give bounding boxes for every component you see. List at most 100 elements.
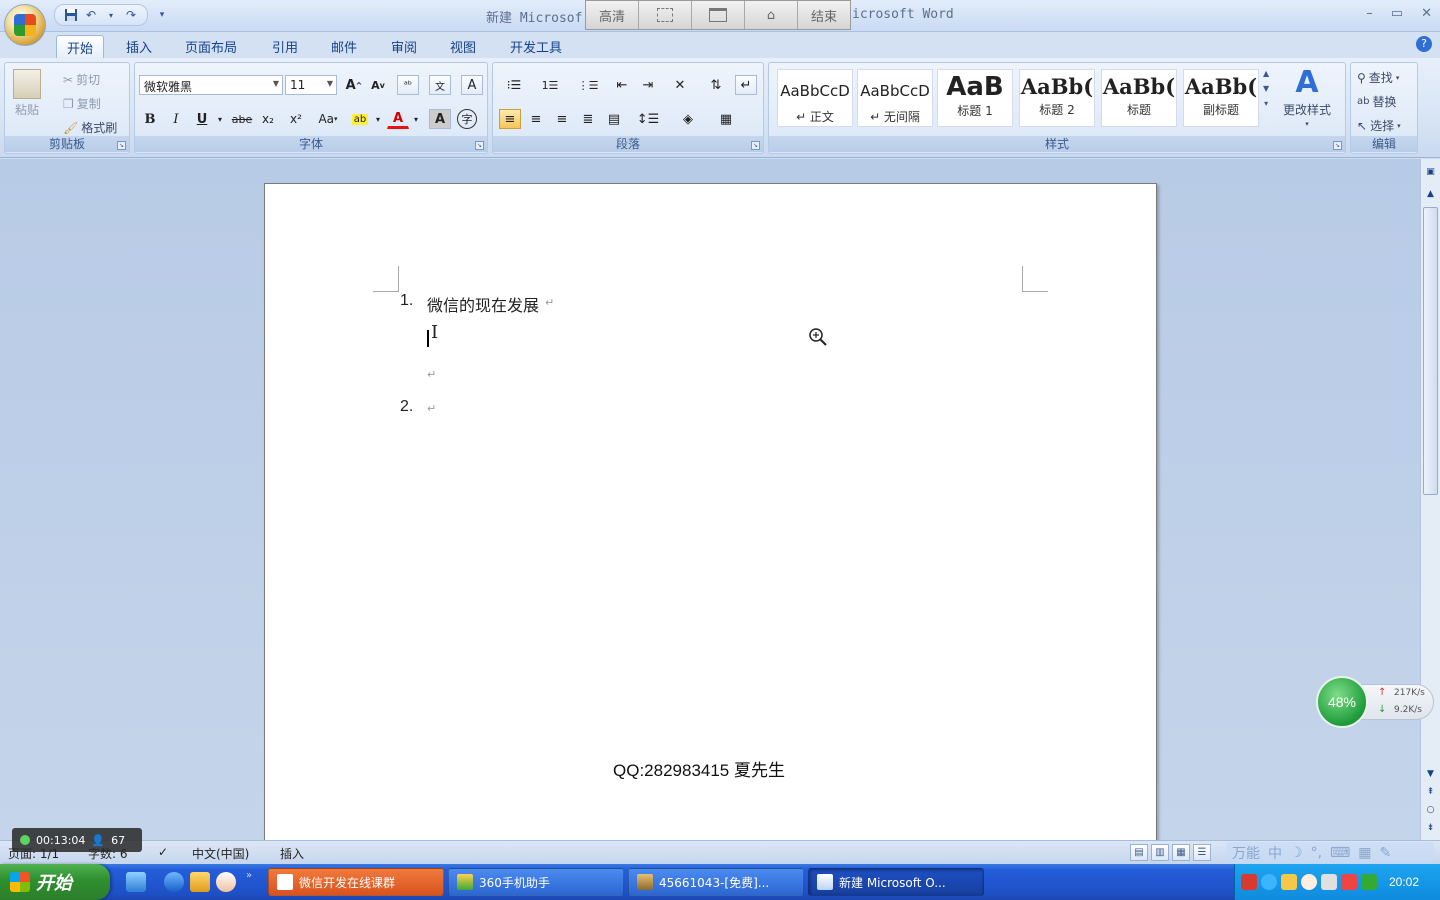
copy-button[interactable]: ❐ 复制: [63, 95, 101, 112]
window-button[interactable]: [692, 1, 745, 29]
cut-button[interactable]: ✂ 剪切: [63, 71, 100, 88]
tray-app-icon[interactable]: [1281, 874, 1297, 890]
quicklaunch-app-icon[interactable]: [190, 872, 210, 892]
superscript-button[interactable]: x²: [285, 109, 307, 129]
char-shading-button[interactable]: A: [429, 109, 451, 129]
ruler-toggle-icon[interactable]: ▣: [1423, 165, 1438, 179]
select-button[interactable]: ↖ 选择 ▾: [1357, 117, 1401, 134]
shading-icon[interactable]: ◈: [673, 109, 703, 129]
tray-volume-icon[interactable]: [1321, 874, 1337, 890]
phonetic-guide-icon[interactable]: 文: [429, 75, 451, 95]
home-button[interactable]: ⌂: [745, 1, 798, 29]
office-button[interactable]: [4, 4, 46, 46]
strikethrough-button[interactable]: abe: [231, 109, 253, 129]
document-page[interactable]: 1. 微信的现在发展 ↵ I ↵ 2. ↵ QQ:282983415 夏先生: [264, 183, 1157, 863]
numbering-icon[interactable]: 1☰: [535, 75, 565, 95]
decrease-indent-icon[interactable]: ⇤: [611, 75, 633, 95]
web-layout-icon[interactable]: ▦: [1172, 844, 1190, 861]
scroll-down-icon[interactable]: ▼: [1263, 84, 1269, 93]
undo-icon[interactable]: ↶: [83, 7, 99, 23]
quicklaunch-more-icon[interactable]: »: [246, 870, 252, 881]
borders-icon[interactable]: ▦: [711, 109, 741, 129]
language-status[interactable]: 中文(中国): [192, 845, 249, 862]
prev-page-icon[interactable]: ⇞: [1423, 785, 1438, 799]
ime-toolbar[interactable]: 万能 中 ☽ °, ⌨ ▦ ✎: [1226, 842, 1434, 863]
align-left-icon[interactable]: ≡: [499, 109, 521, 129]
subscript-button[interactable]: x₂: [257, 109, 279, 129]
bullets-icon[interactable]: ⁝☰: [499, 75, 529, 95]
tab-home[interactable]: 开始: [56, 35, 105, 58]
change-styles-button[interactable]: A 更改样式 ▾: [1283, 67, 1331, 129]
increase-indent-icon[interactable]: ⇥: [637, 75, 659, 95]
list-item-text[interactable]: 微信的现在发展: [427, 292, 539, 316]
tab-page-layout[interactable]: 页面布局: [175, 35, 247, 58]
grow-font-button[interactable]: A ^: [343, 75, 365, 95]
next-page-icon[interactable]: ⇟: [1423, 821, 1438, 835]
style-title[interactable]: AaBb(标题: [1101, 69, 1177, 127]
align-right-icon[interactable]: ≡: [551, 109, 573, 129]
customize-qat-icon[interactable]: ▾: [154, 7, 170, 23]
tab-developer[interactable]: 开发工具: [500, 35, 572, 58]
insert-mode[interactable]: 插入: [280, 845, 304, 862]
change-case-button[interactable]: Aa ▾: [313, 109, 343, 129]
taskbar-item-word[interactable]: 新建 Microsoft O...: [808, 868, 984, 896]
tray-security-icon[interactable]: [1361, 874, 1377, 890]
taskbar-item-wechat-course[interactable]: 微信开发在线课群: [268, 868, 444, 896]
font-size-combo[interactable]: 11 ▼: [285, 75, 337, 95]
chevron-down-icon[interactable]: ▾: [209, 109, 231, 129]
style-subtitle[interactable]: AaBb(副标题: [1183, 69, 1259, 127]
tab-insert[interactable]: 插入: [116, 35, 162, 58]
quicklaunch-ie-icon[interactable]: [164, 872, 184, 892]
distributed-icon[interactable]: ▤: [603, 109, 625, 129]
clear-format-icon[interactable]: ᵃᵇ: [397, 75, 419, 95]
clipboard-launcher-icon[interactable]: ↘: [117, 141, 126, 150]
style-heading-1[interactable]: AaB 标题 1: [937, 69, 1013, 127]
maximize-icon[interactable]: ▭: [1391, 6, 1403, 21]
redo-icon[interactable]: ↷: [123, 7, 139, 23]
scroll-thumb[interactable]: [1423, 207, 1438, 495]
outline-icon[interactable]: ☰: [1193, 844, 1211, 861]
clock[interactable]: 20:02: [1389, 875, 1419, 889]
paste-button[interactable]: 粘贴: [13, 69, 41, 118]
quicklaunch-qq-icon[interactable]: [216, 872, 236, 892]
network-speed-widget[interactable]: 48% ↑ 217K/s ↓ 9.2K/s: [1316, 676, 1434, 728]
browse-object-icon[interactable]: ○: [1423, 803, 1438, 817]
quicklaunch-desktop-icon[interactable]: [126, 872, 146, 892]
enclose-char-icon[interactable]: 字: [457, 109, 477, 129]
tray-shield-icon[interactable]: [1341, 874, 1357, 890]
scroll-down-icon[interactable]: ▼: [1423, 767, 1438, 781]
char-border-icon[interactable]: A: [461, 75, 483, 95]
minimize-icon[interactable]: –: [1366, 6, 1373, 21]
vertical-scrollbar[interactable]: ▣ ▲ ▼ ⇞ ○ ⇟: [1420, 159, 1440, 840]
taskbar-item-360[interactable]: 360手机助手: [448, 868, 624, 896]
sort-icon[interactable]: ⇅: [705, 75, 727, 95]
spellcheck-icon[interactable]: ✓: [158, 845, 168, 859]
align-center-icon[interactable]: ≡: [525, 109, 547, 129]
end-button[interactable]: 结束: [798, 1, 850, 29]
chevron-down-icon[interactable]: ▾: [103, 7, 119, 23]
print-layout-icon[interactable]: ▤: [1130, 844, 1148, 861]
save-icon[interactable]: [63, 7, 79, 23]
line-spacing-icon[interactable]: ↕☰: [633, 109, 663, 129]
paragraph-launcher-icon[interactable]: ↘: [751, 141, 760, 150]
multilevel-list-icon[interactable]: ⋮☰: [573, 75, 603, 95]
justify-icon[interactable]: ≣: [577, 109, 599, 129]
region-button[interactable]: [639, 1, 692, 29]
style-normal[interactable]: AaBbCcD ↵ 正文: [777, 69, 853, 127]
full-screen-icon[interactable]: ▥: [1151, 844, 1169, 861]
tab-references[interactable]: 引用: [262, 35, 308, 58]
scroll-up-icon[interactable]: ▲: [1263, 69, 1269, 78]
chevron-down-icon[interactable]: ▾: [367, 109, 389, 129]
font-name-combo[interactable]: 微软雅黑 ▼: [139, 75, 283, 95]
style-heading-2[interactable]: AaBb(标题 2: [1019, 69, 1095, 127]
chevron-down-icon[interactable]: ▾: [405, 109, 427, 129]
start-button[interactable]: 开始: [0, 864, 110, 900]
tab-view[interactable]: 视图: [440, 35, 486, 58]
style-no-spacing[interactable]: AaBbCcD ↵ 无间隔: [857, 69, 933, 127]
chinese-layout-icon[interactable]: ✕: [665, 75, 695, 95]
find-button[interactable]: ⚲ 查找 ▾: [1357, 69, 1399, 86]
format-painter-button[interactable]: 🖌 格式刷: [63, 119, 117, 136]
tray-ime-icon[interactable]: [1241, 874, 1257, 890]
help-icon[interactable]: ?: [1416, 36, 1432, 52]
show-marks-icon[interactable]: ↵: [735, 75, 757, 95]
